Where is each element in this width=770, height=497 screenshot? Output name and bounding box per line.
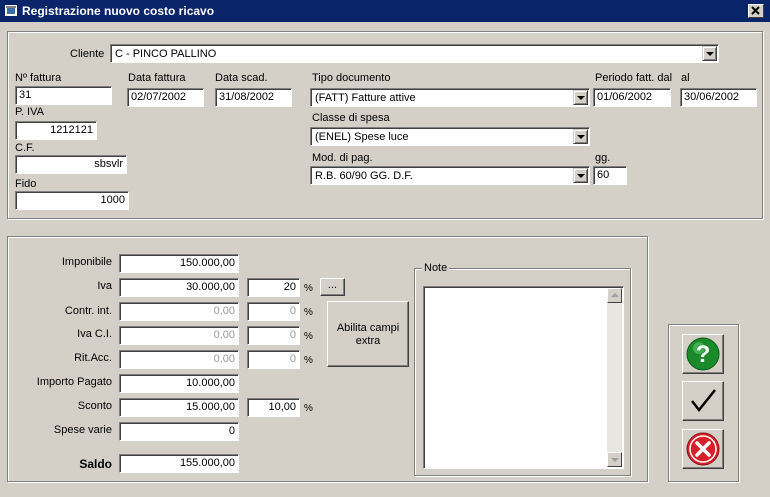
help-button[interactable]: ? [682,334,724,374]
iva-options-button[interactable]: ... [320,278,345,296]
fattura-field[interactable]: 31 [15,86,112,105]
fido-label: Fido [15,178,37,190]
data-scad-label: Data scad. [215,72,268,84]
cf-label: C.F. [15,142,35,154]
ritacc-pct-field[interactable]: 0 [247,350,300,369]
contr-pct-sign: % [304,307,313,318]
mod-pag-dropdown-button[interactable] [573,168,588,183]
iva-field[interactable]: 30.000,00 [119,278,239,297]
chevron-down-icon [706,52,714,56]
sconto-field[interactable]: 15.000,00 [119,398,239,417]
mod-pag-select[interactable]: R.B. 60/90 GG. D.F. [310,166,590,185]
note-textarea[interactable] [423,286,624,469]
mod-pag-value: R.B. 60/90 GG. D.F. [315,170,413,182]
iva-label: Iva [97,280,112,292]
imponibile-field[interactable]: 150.000,00 [119,254,239,273]
help-icon: ? [686,337,720,371]
cf-field[interactable]: sbsvlr [15,155,127,174]
iva-pct-sign: % [304,283,313,294]
al-label: al [681,72,690,84]
ivaci-field[interactable]: 0,00 [119,326,239,345]
app-icon [5,5,17,16]
svg-text:?: ? [696,341,711,368]
importo-field[interactable]: 10.000,00 [119,374,239,393]
piva-field[interactable]: 1212121 [15,121,97,140]
spese-label: Spese varie [53,424,112,436]
abilita-label: Abilita campi extra [336,322,400,347]
data-scad-field[interactable]: 31/08/2002 [215,88,292,107]
note-label: Note [422,262,450,274]
ritacc-label: Rit.Acc. [74,352,112,364]
saldo-label: Saldo [79,457,112,471]
chevron-down-icon [577,135,585,139]
fattura-label: Nº fattura [15,72,62,84]
gg-field[interactable]: 60 [593,166,627,185]
mod-pag-label: Mod. di pag. [312,152,373,164]
close-button[interactable] [748,4,764,18]
contr-label: Contr. int. [64,305,112,317]
tipo-doc-label: Tipo documento [312,72,391,84]
piva-label: P. IVA [15,106,44,118]
data-fattura-label: Data fattura [128,72,186,84]
data-fattura-field[interactable]: 02/07/2002 [127,88,204,107]
periodo-dal-field[interactable]: 01/06/2002 [593,88,671,107]
abilita-campi-extra-button[interactable]: Abilita campi extra [327,301,409,367]
scroll-up-button[interactable] [607,288,622,303]
tipo-doc-select[interactable]: (FATT) Fatture attive [310,88,590,107]
chevron-up-icon [611,293,619,297]
note-scrollbar[interactable] [607,288,622,467]
periodo-al-field[interactable]: 30/06/2002 [680,88,757,107]
sconto-pct-field[interactable]: 10,00 [247,398,300,417]
iva-pct-field[interactable]: 20 [247,278,300,297]
cancel-button[interactable] [682,429,724,469]
close-icon [751,6,760,15]
scroll-down-button[interactable] [607,452,622,467]
sconto-label: Sconto [77,400,112,412]
cliente-value: C - PINCO PALLINO [115,48,217,60]
imponibile-label: Imponibile [61,256,112,268]
spese-field[interactable]: 0 [119,422,239,441]
importo-label: Importo Pagato [36,376,112,388]
contr-field[interactable]: 0,00 [119,302,239,321]
ivaci-pct-sign: % [304,331,313,342]
chevron-down-icon [577,96,585,100]
tipo-doc-value: (FATT) Fatture attive [315,92,416,104]
cancel-icon [686,432,720,466]
cliente-label: Cliente [70,48,105,60]
contr-pct-field[interactable]: 0 [247,302,300,321]
window-title: Registrazione nuovo costo ricavo [22,4,215,18]
ivaci-pct-field[interactable]: 0 [247,326,300,345]
classe-value: (ENEL) Spese luce [315,131,409,143]
chevron-down-icon [611,458,619,462]
chevron-down-icon [577,174,585,178]
classe-label: Classe di spesa [312,112,390,124]
sconto-pct-sign: % [304,403,313,414]
title-bar[interactable]: Registrazione nuovo costo ricavo [0,0,770,22]
classe-dropdown-button[interactable] [573,129,588,144]
saldo-field[interactable]: 155.000,00 [119,454,239,473]
confirm-button[interactable] [682,381,724,421]
gg-label: gg. [595,152,611,164]
ritacc-field[interactable]: 0,00 [119,350,239,369]
ivaci-label: Iva C.I. [77,328,112,340]
ritacc-pct-sign: % [304,355,313,366]
periodo-label: Periodo fatt. dal [595,72,673,84]
classe-select[interactable]: (ENEL) Spese luce [310,127,590,146]
cliente-select[interactable]: C - PINCO PALLINO [110,44,719,63]
checkmark-icon [691,389,716,413]
fido-field[interactable]: 1000 [15,191,129,210]
cliente-dropdown-button[interactable] [702,46,717,61]
tipo-doc-dropdown-button[interactable] [573,90,588,105]
